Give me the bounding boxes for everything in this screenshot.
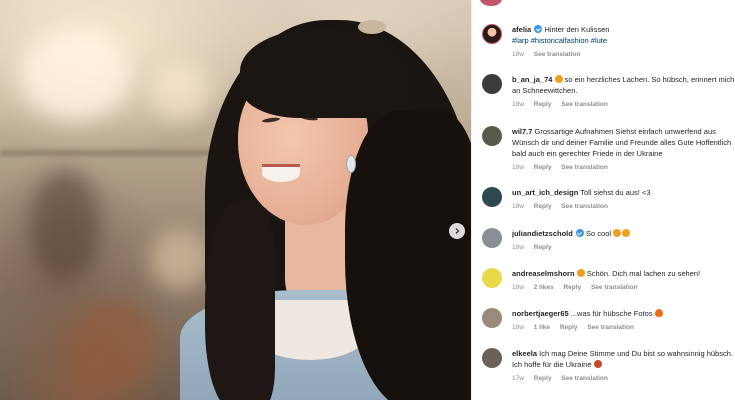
username[interactable]: elkeela bbox=[512, 349, 537, 358]
avatar[interactable] bbox=[482, 24, 502, 44]
see-translation-link[interactable]: See translation bbox=[561, 375, 608, 382]
comment-text: Toll siehst du aus! <3 bbox=[580, 188, 651, 197]
username[interactable]: andreaselmshorn bbox=[512, 269, 575, 278]
reply-button[interactable]: Reply bbox=[563, 284, 581, 291]
comment-text: Ich mag Deine Stimme und Du bist so wahn… bbox=[512, 349, 733, 369]
heart-eyes-emoji-icon bbox=[613, 229, 622, 237]
avatar bbox=[480, 0, 502, 6]
avatar[interactable] bbox=[482, 187, 502, 207]
caption-text: Hinter den Kulissen bbox=[544, 25, 610, 34]
see-translation-link[interactable]: See translation bbox=[587, 324, 634, 331]
likes-count[interactable]: 2 likes bbox=[534, 284, 554, 291]
comment-text: ...was für hübsche Fotos bbox=[570, 309, 653, 318]
verified-icon bbox=[575, 229, 584, 237]
avatar[interactable] bbox=[482, 126, 502, 146]
timestamp: 17w bbox=[512, 375, 524, 382]
see-translation-link[interactable]: See translation bbox=[534, 51, 581, 58]
avatar[interactable] bbox=[482, 268, 502, 288]
see-translation-link[interactable]: See translation bbox=[561, 101, 608, 108]
timestamp: 18w bbox=[512, 244, 524, 251]
hair bbox=[240, 28, 410, 118]
avatar[interactable] bbox=[482, 348, 502, 368]
see-translation-link[interactable]: See translation bbox=[591, 284, 638, 291]
background-figure bbox=[30, 170, 100, 280]
reply-button[interactable]: Reply bbox=[560, 324, 578, 331]
see-translation-link[interactable]: See translation bbox=[561, 164, 608, 171]
post-photo bbox=[0, 0, 471, 400]
avatar[interactable] bbox=[482, 308, 502, 328]
heart-icon bbox=[593, 360, 602, 368]
timestamp: 18w bbox=[512, 203, 524, 210]
see-translation-link[interactable]: See translation bbox=[561, 203, 608, 210]
likes-count[interactable]: 1 like bbox=[534, 324, 550, 331]
username[interactable]: juliandietzschold bbox=[512, 229, 573, 238]
reply-button[interactable]: Reply bbox=[534, 101, 552, 108]
avatar[interactable] bbox=[482, 228, 502, 248]
username[interactable]: wil7.7 bbox=[512, 127, 532, 136]
timestamp: 18w bbox=[512, 284, 524, 291]
hair bbox=[205, 200, 275, 400]
timestamp: 18w bbox=[512, 164, 524, 171]
reply-button[interactable]: Reply bbox=[534, 203, 552, 210]
username[interactable]: b_an_ja_74 bbox=[512, 75, 552, 84]
hair bbox=[345, 110, 471, 400]
heart-eyes-emoji-icon bbox=[622, 229, 631, 237]
background-light bbox=[20, 30, 130, 120]
reply-button[interactable]: Reply bbox=[534, 244, 552, 251]
verified-icon bbox=[534, 25, 543, 33]
timestamp: 18w bbox=[512, 51, 524, 58]
heart-eyes-emoji-icon bbox=[554, 75, 563, 83]
background-light bbox=[150, 60, 210, 120]
background-shelf bbox=[0, 150, 240, 156]
username[interactable]: norbertjaeger65 bbox=[512, 309, 569, 318]
comments-panel: afelia Hinter den Kulissen #larp #histor… bbox=[471, 0, 735, 400]
background-light bbox=[150, 230, 210, 290]
avatar[interactable] bbox=[482, 74, 502, 94]
comment-text: So cool bbox=[586, 229, 612, 238]
username[interactable]: afelia bbox=[512, 25, 531, 34]
timestamp: 18w bbox=[512, 324, 524, 331]
hairpin bbox=[358, 20, 386, 34]
heart-eyes-emoji-icon bbox=[576, 269, 585, 277]
reply-button[interactable]: Reply bbox=[534, 164, 552, 171]
smile bbox=[262, 164, 300, 182]
comment-text: Grossartige Aufnahmen Siehst einfach umw… bbox=[512, 127, 732, 158]
fire-icon bbox=[654, 309, 663, 317]
earring bbox=[346, 155, 356, 173]
timestamp: 18w bbox=[512, 101, 524, 108]
hashtags[interactable]: #larp #historicalfashion #lute bbox=[512, 36, 607, 45]
background-chair bbox=[70, 300, 160, 390]
reply-button[interactable]: Reply bbox=[534, 375, 552, 382]
username[interactable]: un_art_ich_design bbox=[512, 188, 578, 197]
chevron-right-icon bbox=[455, 228, 460, 234]
next-image-button[interactable] bbox=[449, 223, 465, 239]
comment-text: Schön. Dich mal lachen zu sehen! bbox=[586, 269, 701, 278]
